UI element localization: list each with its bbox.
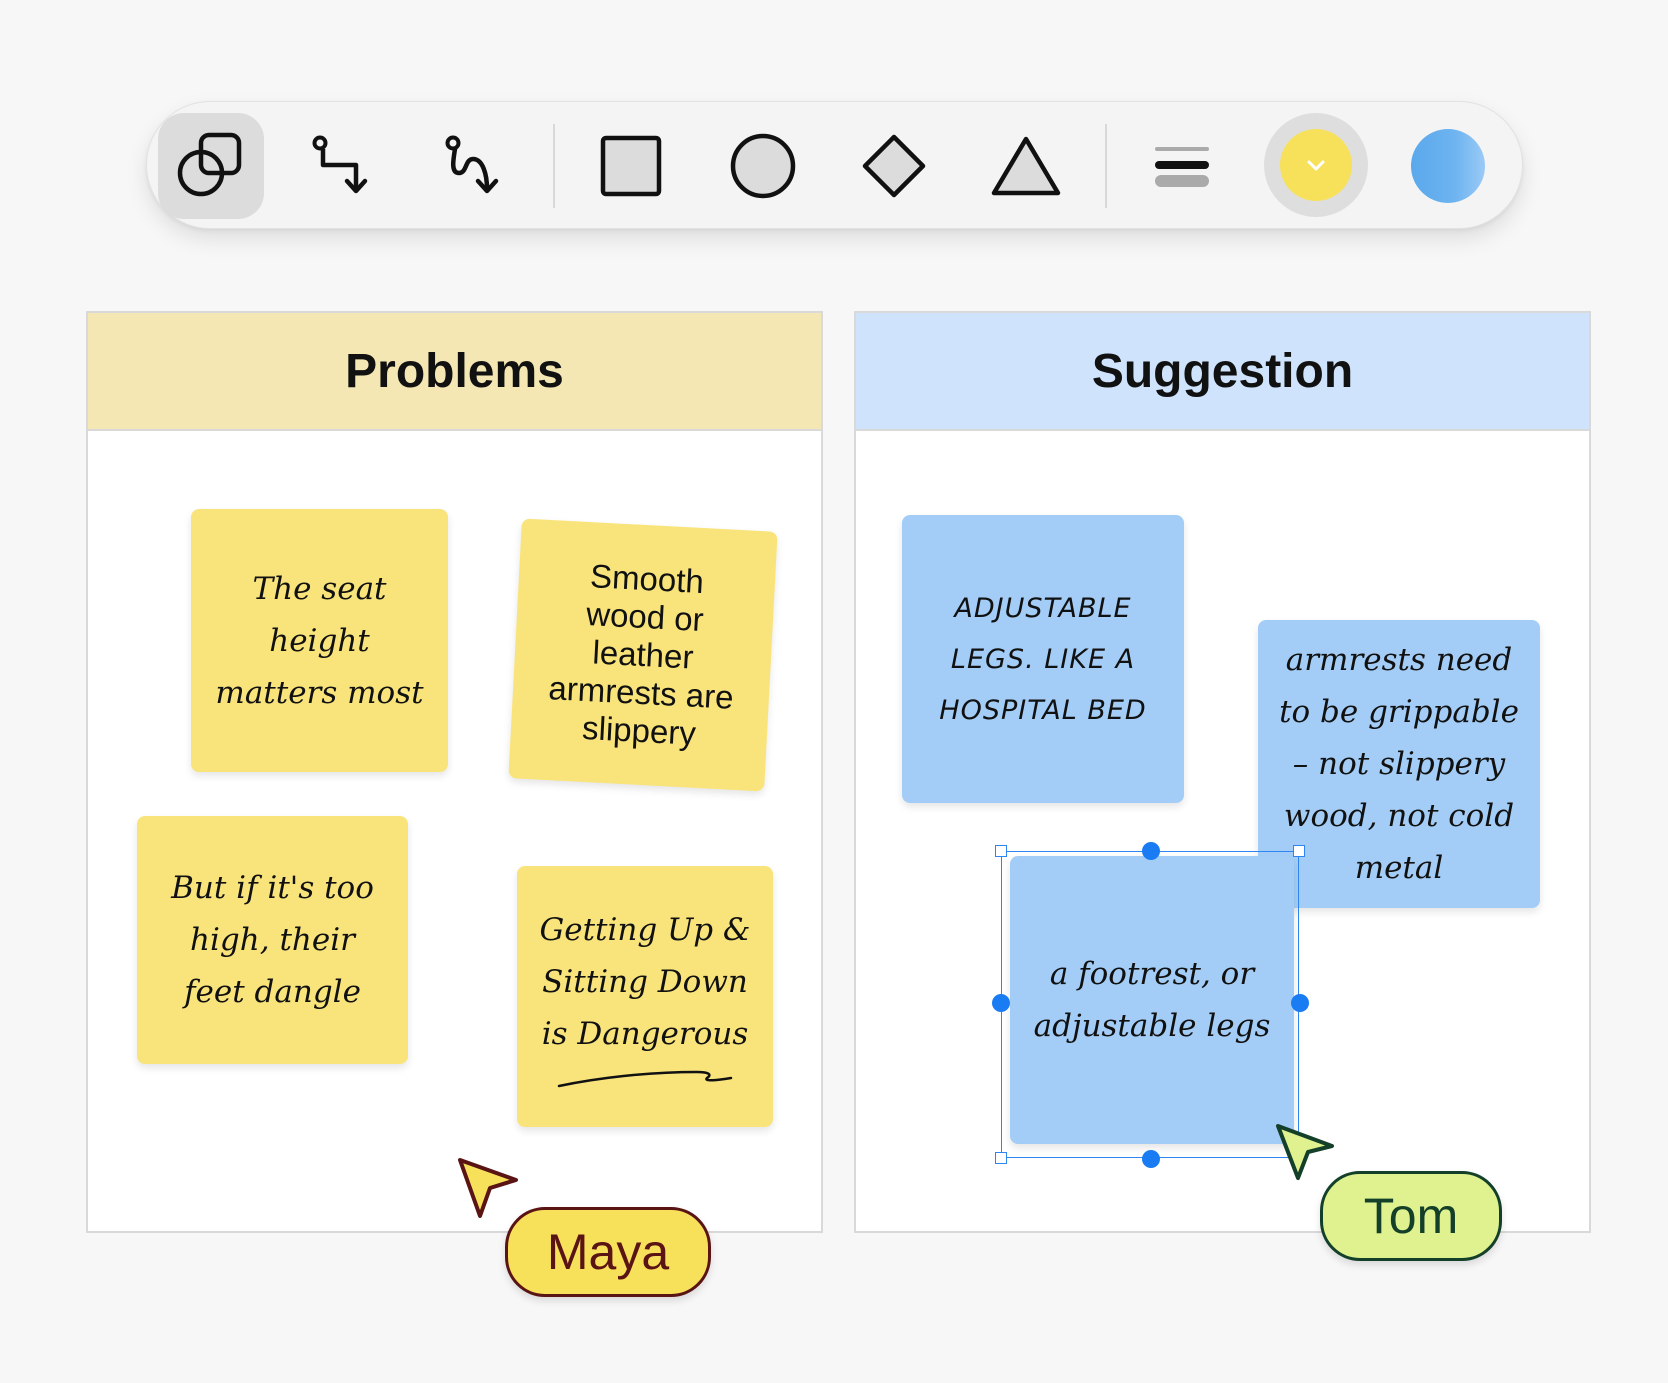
resize-handle-right[interactable] [1291,994,1309,1012]
resize-handle-top-left[interactable] [995,845,1007,857]
maya-name-tag: Maya [505,1207,711,1297]
elbow-connector-icon [312,135,368,194]
sticky-note[interactable]: But if it's too high, their feet dangle [137,816,408,1064]
yellow-swatch [1280,129,1352,201]
sticky-note[interactable]: ADJUSTABLE LEGS. LIKE A HOSPITAL BED [902,515,1184,803]
sticky-note-text: armrests need to be grippable – not slip… [1279,642,1519,886]
chevron-down-icon [1307,160,1325,171]
sticky-note[interactable]: Getting Up & Sitting Down is Dangerous [517,866,773,1127]
toolbar-divider [553,124,555,208]
sticky-note[interactable]: Smooth wood or leather armrests are slip… [508,518,778,792]
toolbar-divider [1105,124,1107,208]
color-picker-yellow[interactable] [1264,113,1368,217]
tom-cursor-icon [1276,1124,1334,1180]
selection-box [1001,851,1299,1158]
triangle-icon [991,136,1061,196]
diamond-tool-button[interactable] [841,113,947,219]
shapes-icon [177,132,242,197]
sticky-note-text: Getting Up & Sitting Down is Dangerous [539,911,751,1052]
toolbar [146,101,1523,229]
rectangle-tool-button[interactable] [578,113,684,219]
stroke-weight-icon [1155,147,1209,187]
sticky-note[interactable]: armrests need to be grippable – not slip… [1258,620,1540,908]
suggestion-header: Suggestion [856,313,1589,431]
stroke-weight-button[interactable] [1129,113,1235,219]
triangle-tool-button[interactable] [973,113,1079,219]
curved-connector-button[interactable] [421,113,527,219]
maya-cursor-icon [458,1158,518,1218]
resize-handle-bottom-left[interactable] [995,1152,1007,1164]
diamond-icon [862,134,926,198]
rectangle-icon [600,135,662,197]
color-swatch-blue[interactable] [1411,129,1485,203]
circle-icon [730,133,796,199]
sticky-note-text: ADJUSTABLE LEGS. LIKE A HOSPITAL BED [939,592,1147,726]
shapes-tool-button[interactable] [158,113,264,219]
resize-handle-bottom[interactable] [1142,1150,1160,1168]
resize-handle-left[interactable] [992,994,1010,1012]
underline-scribble [557,1070,733,1087]
curved-connector-icon [445,135,499,194]
problems-header: Problems [88,313,821,431]
sticky-note-text: But if it's too high, their feet dangle [171,870,374,1010]
tom-name-tag: Tom [1320,1171,1502,1261]
resize-handle-top-right[interactable] [1293,845,1305,857]
resize-handle-top[interactable] [1142,842,1160,860]
ellipse-tool-button[interactable] [710,113,816,219]
sticky-note-text: Smooth wood or leather armrests are slip… [547,557,735,752]
sticky-note-text: The seat height matters most [215,570,424,711]
sticky-note[interactable]: The seat height matters most [191,509,448,772]
elbow-connector-button[interactable] [290,113,396,219]
